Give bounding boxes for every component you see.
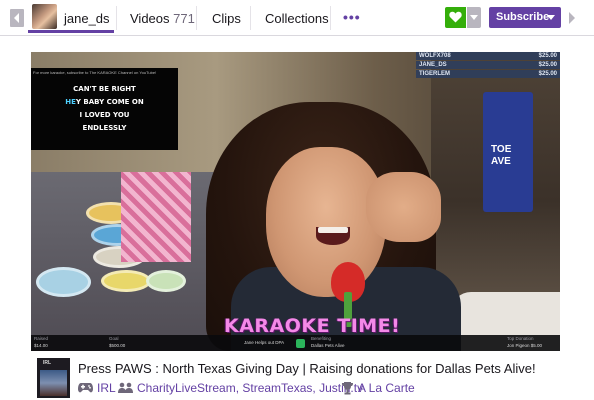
subscribe-button[interactable]: Subscribe (489, 7, 561, 28)
tab-clips[interactable]: Clips (212, 11, 241, 26)
chevron-left-icon (14, 13, 19, 23)
video-title: Press PAWS : North Texas Giving Day | Ra… (78, 361, 536, 376)
benefiting-label: Benefiting (311, 336, 332, 341)
chevron-down-icon (470, 15, 478, 20)
tab-videos[interactable]: Videos 771 (130, 11, 195, 26)
donation-bar: Raised $14.00 Goal $500.00 Jane Helps ou… (31, 335, 560, 351)
divider (116, 6, 117, 30)
community-links[interactable]: CharityLiveStream, StreamTexas, Justin.t… (137, 381, 363, 395)
goal-value: $500.00 (109, 343, 126, 348)
divider (196, 6, 197, 30)
leaderboard-name: WOLFX708 (419, 53, 451, 59)
leaderboard-name: TIGERLEM (419, 71, 450, 77)
follow-button[interactable] (445, 7, 466, 28)
raised-label: Raised (34, 336, 49, 341)
subscribe-label: Subscribe (496, 11, 550, 23)
scroll-left-button[interactable] (10, 9, 24, 27)
tab-collections[interactable]: Collections (265, 11, 329, 26)
follow-dropdown-button[interactable] (467, 7, 481, 28)
chevron-down-icon (547, 15, 555, 20)
raised-value: $14.00 (34, 343, 48, 348)
streamer-hand (366, 172, 441, 242)
lyric-line: CAN'T BE RIGHT (73, 85, 136, 93)
gift-bag (121, 172, 191, 262)
top-donation-value: Jon Pigeon $5.00 (507, 343, 543, 348)
box-art-image (40, 370, 67, 396)
box-art-label: IRL (43, 360, 52, 366)
lyric-line: HEY BABY COME ON (65, 98, 144, 106)
paw-icon (296, 339, 305, 348)
leaderboard-name: JANE_DS (419, 62, 447, 68)
lyric-line: ENDLESSLY (82, 124, 127, 132)
streamer-teeth (318, 227, 348, 233)
leaderboard-row: JANE_DS $25.00 (416, 61, 560, 69)
community-icon (118, 382, 133, 393)
more-dots-icon[interactable]: ••• (343, 9, 361, 25)
chevron-right-icon (569, 12, 575, 24)
trophy-icon (342, 382, 353, 395)
tape-roll (146, 270, 186, 292)
flag-text: TOE AVE (491, 144, 512, 167)
divider (250, 6, 251, 30)
tape-roll (101, 270, 151, 292)
active-channel-indicator (28, 30, 114, 33)
video-player[interactable]: TOE AVE For more karaoke, subscribe to Th… (31, 52, 560, 351)
tab-label: Videos (130, 11, 170, 26)
tab-count: 771 (173, 11, 195, 26)
extra-link[interactable]: A La Carte (358, 381, 415, 395)
helper-text: Jane Helps out DPA (244, 340, 285, 345)
leaderboard-value: $25.00 (538, 71, 557, 77)
benefiting-value: Dallas Pets Alive (311, 343, 345, 348)
lyric-line: I LOVED YOU (79, 111, 130, 119)
goal-label: Goal (109, 336, 119, 341)
divider (330, 6, 331, 30)
channel-name[interactable]: jane_ds (64, 11, 110, 26)
game-box-art[interactable]: IRL (37, 358, 70, 398)
lyrics-header: For more karaoke, subscribe to The KARAO… (33, 70, 157, 75)
leaderboard-row: WOLFX708 $25.00 (416, 52, 560, 60)
top-donation-label: Top Donation (507, 336, 534, 341)
karaoke-lyrics-overlay: For more karaoke, subscribe to The KARAO… (31, 68, 178, 150)
karaoke-banner: KARAOKE TIME! (224, 315, 401, 337)
donor-leaderboard: WOLFX708 $25.00 JANE_DS $25.00 TIGERLEM … (416, 52, 560, 80)
game-link[interactable]: IRL (97, 381, 116, 395)
avatar[interactable] (32, 4, 57, 29)
leaderboard-row: TIGERLEM $25.00 (416, 70, 560, 78)
gamepad-icon (78, 383, 93, 393)
channel-header: jane_ds Videos 771 Clips Collections •••… (0, 0, 594, 36)
tape-roll (36, 267, 91, 297)
leaderboard-value: $25.00 (538, 53, 557, 59)
leaderboard-value: $25.00 (538, 62, 557, 68)
scroll-right-button[interactable] (568, 11, 576, 25)
heart-icon (449, 11, 462, 23)
